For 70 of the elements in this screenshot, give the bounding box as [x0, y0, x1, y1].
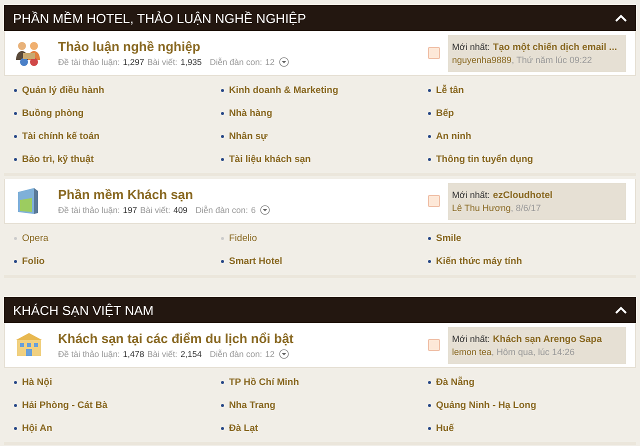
latest-label: Mới nhất: — [452, 334, 490, 344]
stat-label: Diễn đàn con: — [210, 349, 262, 359]
stat-label: Diễn đàn con: — [196, 205, 248, 215]
subforum-link[interactable]: Nhà hàng — [229, 108, 272, 119]
subforum-link[interactable]: Kinh doanh & Marketing — [229, 85, 338, 96]
subforum-link[interactable]: Quản lý điều hành — [22, 85, 104, 96]
subforum-link[interactable]: Bảo trì, kỹ thuật — [22, 154, 94, 165]
stat-label: Bài viết: — [147, 349, 178, 359]
category-title: PHẦN MỀM HOTEL, THẢO LUẬN NGHỀ NGHIỆP — [13, 10, 306, 26]
latest-label: Mới nhất: — [452, 42, 490, 52]
subforum-link[interactable]: Huế — [436, 423, 454, 434]
subforum-link[interactable]: Lễ tân — [436, 85, 464, 96]
post-date: , 8/6/17 — [510, 202, 541, 212]
subforum-link[interactable]: Buồng phòng — [22, 108, 84, 119]
subforum-link[interactable]: TP Hồ Chí Minh — [229, 377, 300, 388]
subforum-link[interactable]: Opera — [22, 233, 48, 244]
subforum-link[interactable]: Quảng Ninh - Hạ Long — [436, 400, 536, 411]
stat-label: Đề tài thảo luận: — [58, 205, 120, 215]
rss-icon — [428, 339, 440, 351]
latest-label: Mới nhất: — [452, 190, 490, 200]
stat-label: Đề tài thảo luận: — [58, 349, 120, 359]
stat-value: 2,154 — [180, 349, 202, 359]
subforum-link[interactable]: Nhân sự — [229, 131, 268, 142]
collapse-icon[interactable] — [615, 306, 627, 314]
post-date: , Hôm qua, lúc 14:26 — [492, 346, 575, 356]
username-link[interactable]: lemon tea — [452, 346, 492, 356]
rss-icon — [428, 195, 440, 207]
subforum-link[interactable]: Bếp — [436, 108, 454, 119]
stat-value: 12 — [265, 57, 275, 67]
forum-title[interactable]: Phần mềm Khách sạn — [58, 187, 428, 202]
stat-value: 1,935 — [180, 57, 202, 67]
subforum-link[interactable]: Hải Phòng - Cát Bà — [22, 400, 108, 411]
category-title: KHÁCH SẠN VIỆT NAM — [13, 302, 154, 318]
subforum-link[interactable]: Smile — [436, 233, 462, 244]
subforum-link[interactable]: Hà Nội — [22, 377, 52, 388]
stat-label: Bài viết: — [140, 205, 170, 215]
stat-label: Diễn đàn con: — [210, 57, 262, 67]
username-link[interactable]: nguyenha9889 — [452, 54, 512, 64]
stat-label: Đề tài thảo luận: — [58, 57, 120, 67]
rss-icon — [428, 47, 440, 59]
latest-thread-link[interactable]: ezCloudhotel — [492, 190, 553, 200]
stat-value: 6 — [250, 205, 256, 215]
subforum-link[interactable]: Hội An — [22, 423, 52, 434]
forum-title[interactable]: Khách sạn tại các điểm du lịch nổi bật — [58, 331, 428, 346]
subforum-link[interactable]: Thông tin tuyển dụng — [436, 154, 534, 165]
stat-label: Bài viết: — [147, 57, 178, 67]
latest-thread-link[interactable]: Tạo một chiến dịch email ... — [492, 42, 617, 52]
stat-value: 197 — [122, 205, 138, 215]
subforum-link[interactable]: Nha Trang — [229, 400, 276, 411]
dropdown-icon[interactable] — [278, 57, 289, 67]
dropdown-icon[interactable] — [278, 349, 289, 359]
latest-thread-link[interactable]: Khách sạn Arengo Sapa — [492, 334, 602, 344]
subforum-link[interactable]: An ninh — [436, 131, 472, 142]
forum-title[interactable]: Thảo luận nghề nghiệp — [58, 39, 428, 54]
stat-value: 12 — [265, 349, 275, 359]
stat-value: 409 — [173, 205, 188, 215]
subforum-link[interactable]: Smart Hotel — [229, 256, 282, 267]
subforum-link[interactable]: Fidelio — [229, 233, 257, 244]
subforum-link[interactable]: Đà Nẵng — [436, 377, 475, 388]
username-link[interactable]: Lê Thu Hương — [452, 202, 511, 212]
subforum-link[interactable]: Folio — [22, 256, 45, 267]
subforum-link[interactable]: Đà Lạt — [229, 423, 258, 434]
dropdown-icon[interactable] — [260, 205, 270, 215]
collapse-icon[interactable] — [615, 14, 627, 22]
subforum-link[interactable]: Tài chính kế toán — [22, 131, 100, 142]
post-date: , Thứ năm lúc 09:22 — [512, 54, 592, 64]
subforum-link[interactable]: Tài liệu khách sạn — [229, 154, 311, 165]
stat-value: 1,297 — [122, 57, 144, 67]
subforum-link[interactable]: Kiến thức máy tính — [436, 256, 522, 267]
stat-value: 1,478 — [122, 349, 144, 359]
